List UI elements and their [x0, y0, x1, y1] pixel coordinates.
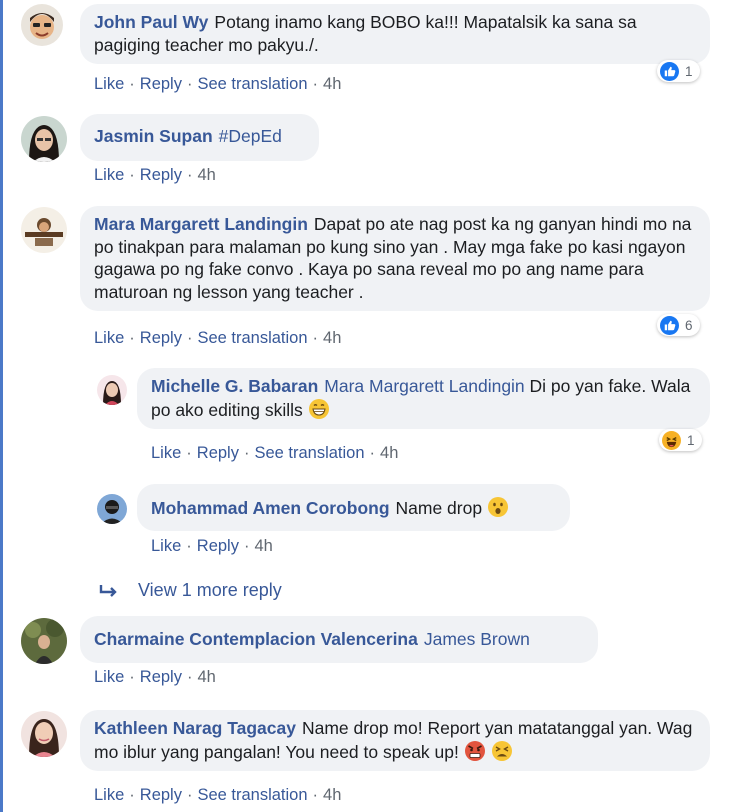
- avatar-jasmin-supan[interactable]: [21, 116, 67, 162]
- like-link[interactable]: Like: [94, 786, 124, 804]
- like-icon: [660, 61, 679, 81]
- comment-time[interactable]: 4h: [323, 329, 341, 347]
- like-link[interactable]: Like: [94, 75, 124, 93]
- comment-author[interactable]: John Paul Wy: [94, 12, 208, 32]
- reply-link[interactable]: Reply: [140, 786, 182, 804]
- comment-time[interactable]: 4h: [254, 537, 272, 555]
- like-link[interactable]: Like: [151, 537, 181, 555]
- reply-arrow-icon: [99, 584, 117, 597]
- hashtag-link[interactable]: #DepEd: [219, 126, 282, 146]
- comment-author[interactable]: Kathleen Narag Tagacay: [94, 718, 296, 738]
- comment-bubble: Charmaine Contemplacion Valencerina James…: [80, 616, 598, 663]
- comment-author[interactable]: Charmaine Contemplacion Valencerina: [94, 629, 418, 649]
- avatar-image: [97, 375, 127, 405]
- like-link[interactable]: Like: [94, 166, 124, 184]
- reply-bubble: Michelle G. Babaran Mara Margarett Landin…: [137, 368, 710, 429]
- comment-actions: Like · Reply · 4h: [94, 668, 216, 686]
- reaction-count: 1: [687, 432, 695, 448]
- reaction-count: 6: [685, 317, 693, 333]
- comment-bubble: Mara Margarett Landingin Dapat po ate nag…: [80, 206, 710, 311]
- grin-emoji-icon: [308, 398, 329, 419]
- avatar-image: [21, 711, 67, 757]
- comment-author[interactable]: Jasmin Supan: [94, 126, 213, 146]
- avatar-mohammad-amen-corobong[interactable]: [97, 494, 127, 524]
- comment-actions: Like · Reply · 4h: [94, 166, 216, 184]
- left-border: [0, 0, 3, 812]
- comment-time[interactable]: 4h: [380, 444, 398, 462]
- like-link[interactable]: Like: [94, 668, 124, 686]
- haha-icon: [662, 430, 681, 450]
- angry-emoji-icon: [464, 740, 485, 761]
- like-link[interactable]: Like: [151, 444, 181, 462]
- reply-link[interactable]: Reply: [140, 75, 182, 93]
- view-more-replies-label: View 1 more reply: [138, 580, 282, 600]
- comment-bubble: John Paul Wy Potang inamo kang BOBO ka!!!…: [80, 4, 710, 64]
- reply-link[interactable]: Reply: [197, 444, 239, 462]
- mention-link[interactable]: James Brown: [424, 629, 530, 649]
- reply-actions: Like · Reply · 4h: [151, 537, 273, 555]
- see-translation-link[interactable]: See translation: [197, 329, 307, 347]
- comment-actions: Like · Reply · See translation · 4h: [94, 786, 342, 804]
- reply-text: Name drop: [395, 498, 483, 518]
- view-more-replies-link[interactable]: View 1 more reply: [98, 580, 282, 601]
- reply-actions: Like · Reply · See translation · 4h: [151, 444, 399, 462]
- comment-bubble: Kathleen Narag Tagacay Name drop mo! Repo…: [80, 710, 710, 771]
- like-link[interactable]: Like: [94, 329, 124, 347]
- see-translation-link[interactable]: See translation: [254, 444, 364, 462]
- avatar-michelle-g-babaran[interactable]: [97, 375, 127, 405]
- avatar-john-paul-wy[interactable]: [21, 4, 63, 46]
- reply-author[interactable]: Michelle G. Babaran: [151, 376, 318, 396]
- avatar-mara-margarett-landingin[interactable]: [21, 207, 67, 253]
- avatar-kathleen-narag-tagacay[interactable]: [21, 711, 67, 757]
- avatar-image: [21, 4, 63, 46]
- reply-author[interactable]: Mohammad Amen Corobong: [151, 498, 390, 518]
- avatar-charmaine-contemplacion-valencerina[interactable]: [21, 618, 67, 664]
- comment-time[interactable]: 4h: [323, 75, 341, 93]
- avatar-image: [21, 207, 67, 253]
- reaction-summary[interactable]: 1: [659, 429, 702, 451]
- avatar-image: [21, 116, 67, 162]
- hushed-emoji-icon: [487, 497, 508, 517]
- mention-link[interactable]: Mara Margarett Landingin: [324, 376, 524, 396]
- avatar-image: [21, 618, 67, 664]
- reply-link[interactable]: Reply: [140, 668, 182, 686]
- reply-bubble: Mohammad Amen Corobong Name drop: [137, 484, 570, 531]
- comment-time[interactable]: 4h: [323, 786, 341, 804]
- reaction-summary[interactable]: 1: [657, 60, 700, 82]
- comment-actions: Like · Reply · See translation · 4h: [94, 329, 342, 347]
- like-icon: [660, 315, 679, 335]
- reply-link[interactable]: Reply: [197, 537, 239, 555]
- comment-actions: Like · Reply · See translation · 4h: [94, 75, 342, 93]
- see-translation-link[interactable]: See translation: [197, 75, 307, 93]
- reply-link[interactable]: Reply: [140, 166, 182, 184]
- avatar-image: [97, 494, 127, 524]
- reply-link[interactable]: Reply: [140, 329, 182, 347]
- comment-time[interactable]: 4h: [197, 166, 215, 184]
- comment-author[interactable]: Mara Margarett Landingin: [94, 214, 308, 234]
- see-translation-link[interactable]: See translation: [197, 786, 307, 804]
- comment-bubble: Jasmin Supan #DepEd: [80, 114, 319, 161]
- reaction-count: 1: [685, 63, 693, 79]
- tired-emoji-icon: [491, 740, 512, 761]
- comment-time[interactable]: 4h: [197, 668, 215, 686]
- reaction-summary[interactable]: 6: [657, 314, 700, 336]
